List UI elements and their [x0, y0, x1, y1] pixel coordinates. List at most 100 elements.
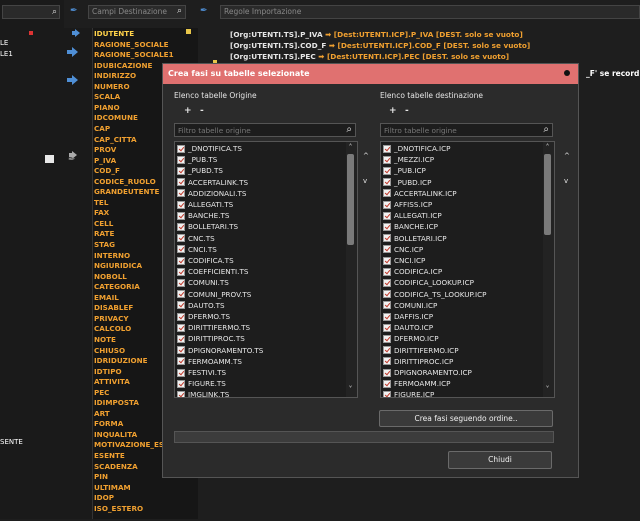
table-list-item[interactable]: FESTIVI.TS — [177, 367, 226, 378]
add-origin-button[interactable]: + — [184, 106, 192, 116]
field-item[interactable]: INDIRIZZO — [94, 71, 136, 80]
table-list-item[interactable]: FERMOAMM.ICP — [383, 378, 450, 389]
field-item[interactable]: IDOP — [94, 493, 114, 502]
origin-filter-input[interactable]: Filtro tabelle origine ⌕ — [174, 123, 356, 137]
checkbox-checked-icon[interactable] — [383, 267, 391, 276]
checkbox-checked-icon[interactable] — [177, 290, 185, 299]
left-item[interactable]: SENTE — [0, 438, 23, 446]
field-item[interactable]: ULTIMAM — [94, 483, 131, 492]
field-item[interactable]: EMAIL — [94, 293, 119, 302]
field-item[interactable]: RAGIONE_SOCIALE — [94, 40, 169, 49]
checkbox-checked-icon[interactable] — [383, 312, 391, 321]
table-list-item[interactable]: ACCERTALINK.TS — [177, 177, 248, 188]
checkbox-checked-icon[interactable] — [383, 155, 391, 164]
table-list-item[interactable]: BOLLETARI.ICP — [383, 233, 447, 244]
checkbox-checked-icon[interactable] — [177, 323, 185, 332]
table-list-item[interactable]: FIGURE.TS — [177, 378, 226, 389]
checkbox-checked-icon[interactable] — [383, 178, 391, 187]
remove-origin-button[interactable]: - — [200, 106, 204, 116]
field-item[interactable]: RAGIONE_SOCIALE1 — [94, 50, 174, 59]
checkbox-checked-icon[interactable] — [177, 155, 185, 164]
table-list-item[interactable]: CNCI.ICP — [383, 255, 425, 266]
field-item[interactable]: PRIVACY — [94, 314, 129, 323]
field-item[interactable]: ART — [94, 409, 110, 418]
move-down-origin-button[interactable]: v — [363, 177, 367, 185]
checkbox-checked-icon[interactable] — [383, 256, 391, 265]
checkbox-checked-icon[interactable] — [383, 166, 391, 175]
left-item[interactable]: LE1 — [0, 50, 13, 58]
checkbox-checked-icon[interactable] — [177, 222, 185, 231]
field-item[interactable]: NGIURIDICA — [94, 261, 142, 270]
field-item[interactable]: IDUTENTE — [94, 29, 134, 38]
destination-filter-input[interactable]: Filtro tabelle origine ⌕ — [380, 123, 553, 137]
field-item[interactable]: INQUALITA — [94, 430, 137, 439]
add-destination-button[interactable]: + — [389, 106, 397, 116]
field-item[interactable]: INTERNO — [94, 251, 130, 260]
table-list-item[interactable]: COMUNI.ICP — [383, 300, 437, 311]
table-list-item[interactable]: COMUNI_PROV.TS — [177, 289, 251, 300]
scroll-down-icon[interactable]: ˅ — [543, 385, 552, 394]
create-phases-button[interactable]: Crea fasi seguendo ordine.. — [379, 410, 553, 427]
import-rule[interactable]: [Org:UTENTI.TS].PEC ➡ [Dest:UTENTI.ICP].… — [230, 52, 509, 61]
table-list-item[interactable]: DAFFIS.ICP — [383, 311, 433, 322]
field-item[interactable]: PIANO — [94, 103, 120, 112]
field-item[interactable]: IDIMPOSTA — [94, 398, 139, 407]
table-list-item[interactable]: COMUNI.TS — [177, 277, 229, 288]
checkbox-checked-icon[interactable] — [177, 390, 185, 397]
table-list-item[interactable]: DIRITTIFERMO.ICP — [383, 345, 459, 356]
move-up-origin-button[interactable]: ^ — [363, 152, 369, 160]
link-icon[interactable]: ✒ — [200, 6, 208, 16]
link-icon[interactable]: ✒ — [70, 6, 78, 16]
table-list-item[interactable]: DAUTO.ICP — [383, 322, 433, 333]
checkbox-checked-icon[interactable] — [383, 245, 391, 254]
table-list-item[interactable]: DAUTO.TS — [177, 300, 225, 311]
origin-scrollbar[interactable]: ˄ ˅ — [346, 142, 357, 397]
close-button[interactable]: Chiudi — [448, 451, 552, 469]
checkbox-checked-icon[interactable] — [177, 166, 185, 175]
import-rule[interactable]: [Org:UTENTI.TS].COD_F ➡ [Dest:UTENTI.ICP… — [230, 41, 530, 50]
field-item[interactable]: IDUBICAZIONE — [94, 61, 152, 70]
checkbox-checked-icon[interactable] — [177, 211, 185, 220]
field-item[interactable]: NOTE — [94, 335, 116, 344]
field-item[interactable]: IDRIDUZIONE — [94, 356, 148, 365]
table-list-item[interactable]: _PUB.ICP — [383, 165, 426, 176]
destination-scrollbar[interactable]: ˄ ˅ — [543, 142, 554, 397]
field-item[interactable]: CAP — [94, 124, 110, 133]
checkbox-checked-icon[interactable] — [177, 346, 185, 355]
table-list-item[interactable]: CODIFICA_LOOKUP.ICP — [383, 277, 474, 288]
scroll-down-icon[interactable]: ˅ — [346, 385, 355, 394]
field-item[interactable]: CHIUSO — [94, 346, 125, 355]
field-item[interactable]: FORMA — [94, 419, 123, 428]
table-list-item[interactable]: CNC.TS — [177, 233, 215, 244]
checkbox-checked-icon[interactable] — [177, 379, 185, 388]
table-list-item[interactable]: _DNOTIFICA.TS — [177, 143, 242, 154]
field-item[interactable]: ISO_ESTERO — [94, 504, 143, 513]
field-item[interactable]: IDTIPO — [94, 367, 122, 376]
destination-table-list[interactable]: _DNOTIFICA.ICP _MEZZI.ICP _PUB.ICP _PUBD.IC… — [380, 141, 555, 398]
close-dot-icon[interactable] — [564, 70, 570, 76]
checkbox-checked-icon[interactable] — [383, 368, 391, 377]
checkbox-checked-icon[interactable] — [383, 189, 391, 198]
checkbox-checked-icon[interactable] — [383, 346, 391, 355]
checkbox-checked-icon[interactable] — [177, 334, 185, 343]
checkbox-checked-icon[interactable] — [383, 144, 391, 153]
left-search-input[interactable]: ⌕ — [2, 5, 60, 19]
field-item[interactable]: CATEGORIA — [94, 282, 140, 291]
field-item[interactable]: ESENTE — [94, 451, 125, 460]
field-item[interactable]: CALCOLO — [94, 324, 131, 333]
field-item[interactable]: COD_F — [94, 166, 120, 175]
table-list-item[interactable]: _PUBD.TS — [177, 165, 223, 176]
checkbox-checked-icon[interactable] — [383, 357, 391, 366]
field-item[interactable]: PROV — [94, 145, 116, 154]
checkbox-checked-icon[interactable] — [383, 211, 391, 220]
table-list-item[interactable]: COEFFICIENTI.TS — [177, 266, 248, 277]
table-list-item[interactable]: FIGURE.ICP — [383, 389, 434, 397]
checkbox-checked-icon[interactable] — [177, 368, 185, 377]
table-list-item[interactable]: CNCI.TS — [177, 244, 217, 255]
field-item[interactable]: NUMERO — [94, 82, 130, 91]
move-down-destination-button[interactable]: v — [564, 177, 568, 185]
checkbox-checked-icon[interactable] — [383, 234, 391, 243]
field-item[interactable]: IDCOMUNE — [94, 113, 138, 122]
table-list-item[interactable]: DIRITTIPROC.ICP — [383, 356, 453, 367]
table-list-item[interactable]: _DNOTIFICA.ICP — [383, 143, 451, 154]
